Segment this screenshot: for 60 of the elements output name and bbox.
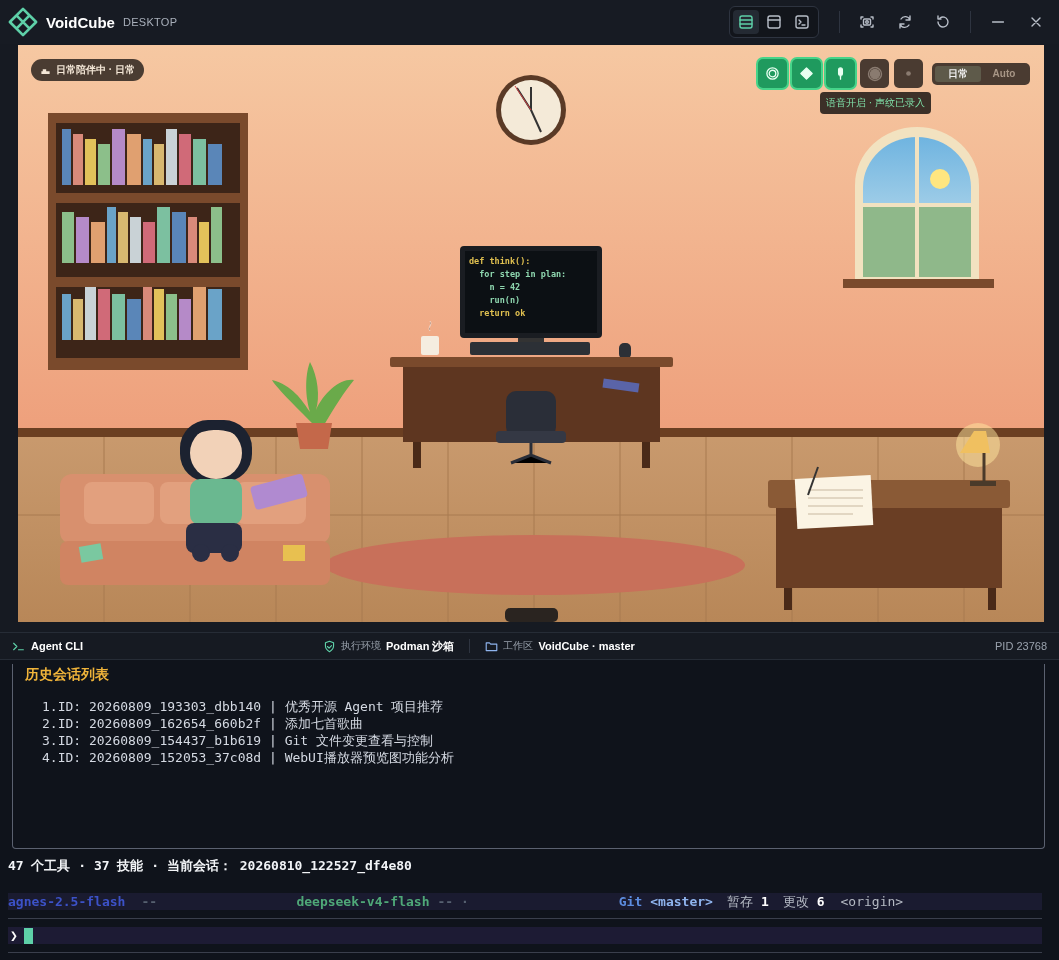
diamond-icon [799, 66, 814, 81]
session-entry: 2.ID: 20260809_162654_660b2f | 添加七首歌曲 [41, 715, 364, 732]
shield-icon [322, 639, 336, 653]
process-id: PID 23768 [995, 640, 1047, 652]
capture-icon [859, 14, 875, 30]
session-entry: 4.ID: 20260809_152053_37c08d | WebUI播放器预览图功能分析 [41, 749, 455, 766]
mode-option[interactable]: 日常 [935, 65, 981, 82]
undo-icon [935, 14, 951, 30]
session-entry: 1.ID: 20260809_193303_dbb140 | 优秀开源 Agent 项目推荐 [41, 698, 445, 715]
panel-layout-icon [766, 14, 782, 30]
coffee-mug [421, 320, 439, 355]
env-label: 执行环境 [340, 639, 381, 653]
session-entry: 3.ID: 20260809_154437_b1b619 | Git 文件变更查看与控制 [41, 732, 434, 749]
branch-name: <master> [650, 894, 713, 909]
separator-text: -- [141, 894, 159, 909]
workspace-label: 工作区 [503, 639, 534, 653]
separator-text: -- · [437, 894, 469, 909]
code-line: for step in plan: [479, 269, 567, 279]
cli-title: Agent CLI [31, 640, 83, 652]
cube-logo-icon [8, 7, 38, 37]
text-cursor [23, 927, 33, 944]
status-text: 日常陪伴中 · 日常 [56, 63, 135, 77]
desk-lamp [956, 423, 1000, 486]
prompt-symbol: ❯ [10, 928, 18, 943]
remote-name: <origin> [840, 894, 904, 909]
refresh-icon [897, 14, 913, 30]
folder-icon [485, 639, 499, 653]
voice-control-button[interactable] [758, 59, 787, 88]
rings-icon [765, 66, 780, 81]
model-name: agnes-2.5-flash [8, 894, 126, 909]
code-line: return ok [479, 308, 526, 318]
git-label: Git [618, 894, 643, 909]
voice-control-button[interactable] [894, 59, 923, 88]
code-line: n = 42 [489, 282, 521, 292]
history-title: 历史会话列表 [25, 666, 110, 684]
minimize-icon [992, 21, 1004, 23]
code-line: run(n) [489, 295, 521, 305]
app-subtitle: DESKTOP [122, 16, 178, 28]
changed-count: 6 [816, 894, 825, 909]
code-line: def think(): [469, 256, 531, 266]
changed-label: 更改 [782, 892, 809, 911]
voice-control-button[interactable] [826, 59, 855, 88]
model-name: deepseek-v4-flash [296, 894, 430, 909]
record-icon [866, 65, 883, 82]
terminal-icon [794, 14, 810, 30]
command-input[interactable]: ❯ [8, 927, 1042, 944]
voice-control-button[interactable] [860, 59, 889, 88]
layout-button[interactable] [733, 10, 759, 34]
voice-tooltip: 语音开启 · 声纹已录入 [820, 92, 931, 114]
status-line: 47 个工具 · 37 技能 · 当前会话： 20260810_122527_df4e80 [7, 857, 413, 875]
rows-layout-icon [738, 14, 754, 30]
voice-control-button[interactable] [792, 59, 821, 88]
workspace-value: VoidCube · master [538, 640, 635, 652]
staged-count: 1 [760, 894, 769, 909]
env-value: Podman 沙箱 [385, 638, 455, 654]
app-name: VoidCube [46, 13, 115, 31]
mode-option[interactable]: Auto [981, 65, 1027, 82]
drawer-handle[interactable] [505, 608, 558, 622]
staged-label: 暂存 [726, 892, 753, 911]
wall-clock [496, 75, 566, 145]
